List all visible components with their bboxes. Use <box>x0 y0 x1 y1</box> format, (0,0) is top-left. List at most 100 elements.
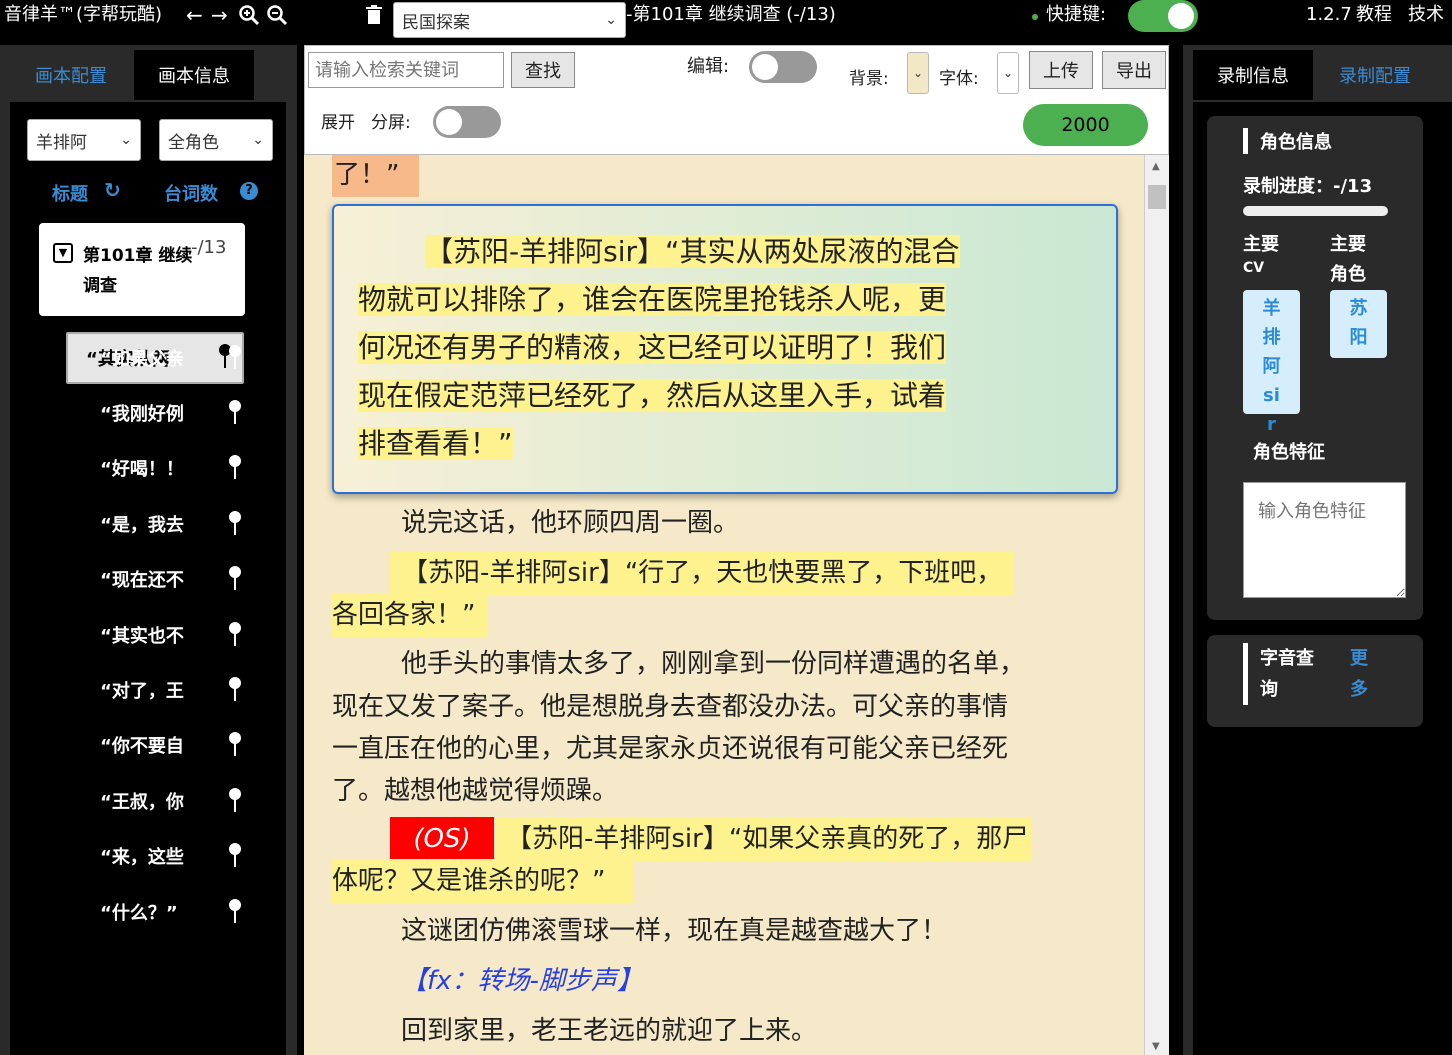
role-info-heading: 角色信息 <box>1260 132 1332 153</box>
background-label: 背景: <box>849 69 889 89</box>
role-chip[interactable]: 苏阳 <box>1330 290 1387 358</box>
trait-label: 角色特征 <box>1253 442 1325 463</box>
search-button[interactable]: 查找 <box>511 52 575 88</box>
forward-arrow-icon[interactable]: → <box>211 0 228 30</box>
line-item[interactable]: “是，我去 <box>100 509 250 539</box>
more-link[interactable]: 更多 <box>1350 643 1370 705</box>
role-info-card: 角色信息 录制进度：-/13 主要 CV 主要 角色 羊排阿sir 苏阳 角色特… <box>1207 116 1423 620</box>
edit-label: 编辑: <box>687 56 730 77</box>
pin-icon[interactable] <box>228 622 242 648</box>
script-text-area: 了！” 【苏阳-羊排阿sir】“其实从两处尿液的混合 物就可以排除了，谁会在医院… <box>304 155 1144 1055</box>
line-item-text: “是，我去 <box>100 515 184 536</box>
toggle-knob <box>752 54 778 80</box>
pin-icon[interactable] <box>228 566 242 592</box>
collapse-icon[interactable]: ▼ <box>53 243 73 263</box>
trait-input[interactable] <box>1243 482 1406 598</box>
pin-icon[interactable] <box>228 732 242 758</box>
toggle-knob <box>436 109 462 135</box>
line-item[interactable]: “如果父亲 <box>100 343 250 373</box>
shortcut-toggle[interactable] <box>1128 0 1198 32</box>
refresh-icon[interactable]: ↻ <box>104 178 121 202</box>
cv-filter-select[interactable]: 羊排阿 ⌄ <box>27 119 141 161</box>
fx-cue[interactable]: 【fx：转场-脚步声】 <box>401 959 643 1003</box>
app-title: 音律羊™(字帮玩酷) <box>4 4 163 25</box>
split-label: 分屏: <box>371 113 411 133</box>
top-bar: 音律羊™(字帮玩酷) ← → 民国探案 ⌄ -第101章 继续调查 (-/13)… <box>0 0 1452 38</box>
trash-icon[interactable] <box>366 0 382 35</box>
dialogue-2-line-1[interactable]: 【苏阳-羊排阿sir】“行了，天也快要黑了，下班吧， <box>390 551 1015 595</box>
pin-icon[interactable] <box>228 843 242 869</box>
line-item-text: “你不要自 <box>100 736 184 757</box>
word-counter-badge[interactable]: 2000 <box>1023 104 1148 146</box>
role-filter-select[interactable]: 全角色 ⌄ <box>159 119 273 161</box>
line-item[interactable]: “现在还不 <box>100 564 250 594</box>
cv-chip[interactable]: 羊排阿sir <box>1243 290 1300 435</box>
line-item-text: “王叔，你 <box>100 792 184 813</box>
font-select[interactable]: ⌄ <box>997 52 1019 94</box>
font-label: 字体: <box>939 69 979 89</box>
line-item[interactable]: “对了，王 <box>100 675 250 705</box>
narration-3-line-3: 一直压在他的心里，尤其是家永贞还说很有可能父亲已经死 <box>332 734 1009 764</box>
chapter-count: -/13 <box>191 237 227 258</box>
line-item[interactable]: “其实也不 <box>100 620 250 650</box>
line-item-text: “来，这些 <box>100 847 184 868</box>
scroll-up-icon[interactable]: ▲ <box>1152 161 1160 172</box>
line-item[interactable]: “行了，天 <box>100 287 250 317</box>
title-sort-label[interactable]: 标题 <box>52 180 88 206</box>
edit-toggle[interactable] <box>749 51 817 83</box>
scroll-thumb[interactable] <box>1148 185 1166 209</box>
tab-recording-config[interactable]: 录制配置 <box>1315 50 1435 100</box>
zoom-in-icon[interactable] <box>238 0 260 36</box>
line-item[interactable]: “我刚好例 <box>100 398 250 428</box>
cv-filter-value: 羊排阿 <box>36 132 87 153</box>
upload-button[interactable]: 上传 <box>1029 51 1093 89</box>
line-count-label[interactable]: 台词数 <box>164 180 218 206</box>
pronunciation-lookup-card: 字音查询 更多 <box>1207 635 1423 727</box>
line-item[interactable]: “来，这些 <box>100 841 250 871</box>
pin-icon[interactable] <box>228 788 242 814</box>
main-role-label-suffix: 角色 <box>1330 264 1366 285</box>
book-select[interactable]: 民国探案 ⌄ <box>393 2 626 38</box>
line-item-text: “如果父亲 <box>100 349 184 370</box>
search-input[interactable] <box>308 52 504 88</box>
line-item[interactable]: “什么？” <box>100 897 250 927</box>
export-button[interactable]: 导出 <box>1102 51 1166 89</box>
previous-line-tail: 了！” <box>332 155 420 197</box>
help-icon[interactable]: ? <box>240 182 258 200</box>
zoom-out-icon[interactable] <box>266 0 288 36</box>
active-line-5: 排查看看！” <box>358 427 513 460</box>
background-select[interactable]: ⌄ <box>907 52 929 94</box>
active-dialogue-card[interactable]: 【苏阳-羊排阿sir】“其实从两处尿液的混合 物就可以排除了，谁会在医院里抢钱杀… <box>332 204 1118 494</box>
tutorial-link[interactable]: 教程 <box>1356 0 1392 30</box>
line-item[interactable]: “王叔，你 <box>100 786 250 816</box>
script-info-panel: 羊排阿 ⌄ 全角色 ⌄ 标题 ↻ 台词数 ? ▼ 第101章 继续调查 -/13… <box>10 102 286 1055</box>
pin-icon[interactable] <box>228 899 242 925</box>
pin-icon[interactable] <box>228 289 242 315</box>
main-cv-label-suffix: CV <box>1243 260 1265 276</box>
scroll-down-icon[interactable]: ▼ <box>1152 1041 1160 1052</box>
dialogue-4-line-2[interactable]: 体呢？又是谁杀的呢？” <box>332 859 634 903</box>
line-item[interactable]: “你不要自 <box>100 730 250 760</box>
split-toggle[interactable] <box>433 106 501 138</box>
narration-3-line-2: 现在又发了案子。他是想脱身去查都没办法。可父亲的事情 <box>332 692 1009 722</box>
shortcut-label: 快捷键: <box>1046 4 1107 25</box>
toggle-knob <box>1168 3 1194 29</box>
line-item[interactable]: “好喝！！ <box>100 453 250 483</box>
tab-script-config[interactable]: 画本配置 <box>10 50 132 100</box>
expand-label[interactable]: 展开 <box>321 108 355 133</box>
pin-icon[interactable] <box>228 400 242 426</box>
dialogue-2-line-2[interactable]: 各回各家！” <box>332 593 488 637</box>
text-scrollbar[interactable]: ▲ ▼ <box>1144 155 1169 1055</box>
tech-link[interactable]: 技术 <box>1408 0 1444 30</box>
tab-recording-info[interactable]: 录制信息 <box>1193 50 1313 100</box>
tab-script-info[interactable]: 画本信息 <box>134 50 254 100</box>
back-arrow-icon[interactable]: ← <box>186 0 203 30</box>
pin-icon[interactable] <box>228 345 242 371</box>
pin-icon[interactable] <box>228 455 242 481</box>
dialogue-4-line-1[interactable]: 【苏阳-羊排阿sir】“如果父亲真的死了，那尸 <box>496 817 1033 861</box>
active-line-4: 现在假定范萍已经死了，然后从这里入手，试着 <box>358 379 947 412</box>
section-marker <box>1243 643 1248 705</box>
pin-icon[interactable] <box>228 677 242 703</box>
recording-info-panel: 角色信息 录制进度：-/13 主要 CV 主要 角色 羊排阿sir 苏阳 角色特… <box>1193 102 1452 1055</box>
pin-icon[interactable] <box>228 511 242 537</box>
